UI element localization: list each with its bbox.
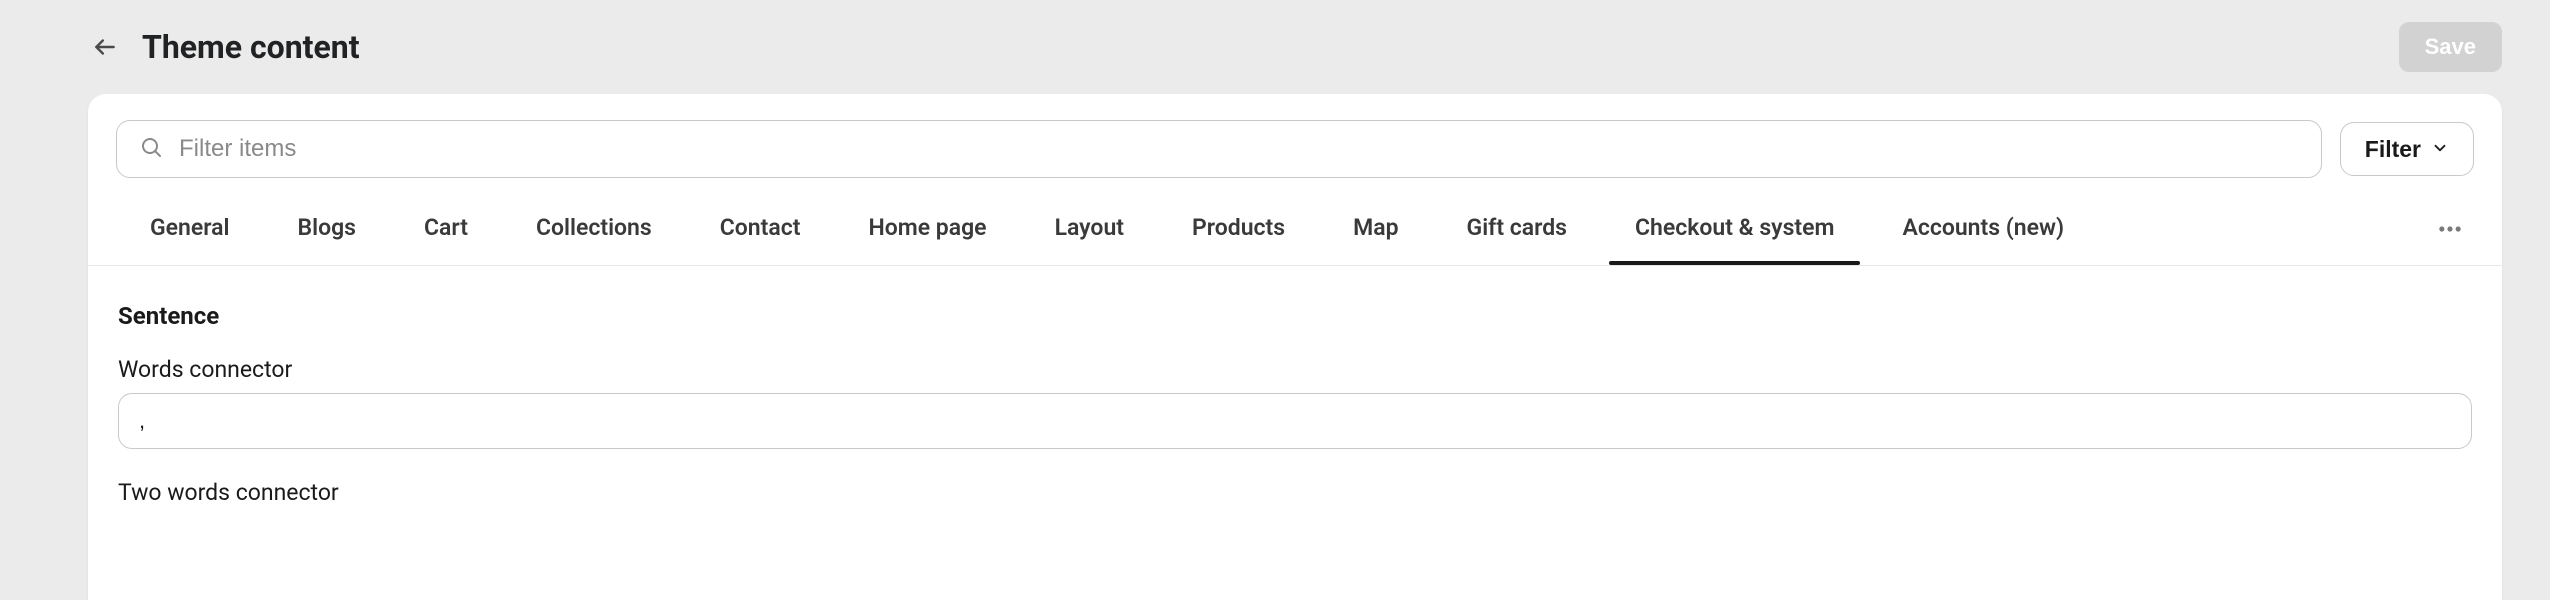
filter-button-label: Filter: [2365, 136, 2421, 163]
tab-gift-cards[interactable]: Gift cards: [1433, 192, 1601, 265]
tab-home-page[interactable]: Home page: [834, 192, 1020, 265]
tab-collections[interactable]: Collections: [502, 192, 686, 265]
save-button[interactable]: Save: [2399, 22, 2502, 72]
search-input[interactable]: [179, 135, 2299, 163]
tab-checkout-system[interactable]: Checkout & system: [1601, 192, 1869, 265]
section-heading: Sentence: [118, 302, 2472, 330]
tabs-row: GeneralBlogsCartCollectionsContactHome p…: [88, 192, 2502, 266]
more-icon[interactable]: [2426, 205, 2474, 253]
main-card: Filter GeneralBlogsCartCollectionsContac…: [88, 94, 2502, 600]
two-words-connector-label: Two words connector: [118, 479, 2472, 506]
search-icon: [139, 135, 163, 163]
back-arrow-icon[interactable]: [88, 30, 122, 64]
search-field-wrap[interactable]: [116, 120, 2322, 178]
words-connector-label: Words connector: [118, 356, 2472, 383]
tab-general[interactable]: General: [116, 192, 264, 265]
tab-products[interactable]: Products: [1158, 192, 1319, 265]
tab-accounts-new-[interactable]: Accounts (new): [1868, 192, 2098, 265]
words-connector-input[interactable]: [118, 393, 2472, 449]
tab-layout[interactable]: Layout: [1021, 192, 1158, 265]
filter-button[interactable]: Filter: [2340, 122, 2474, 176]
tab-contact[interactable]: Contact: [686, 192, 835, 265]
tab-cart[interactable]: Cart: [390, 192, 502, 265]
chevron-down-icon: [2431, 136, 2449, 163]
tab-blogs[interactable]: Blogs: [264, 192, 391, 265]
tab-map[interactable]: Map: [1319, 192, 1432, 265]
page-title: Theme content: [142, 28, 360, 66]
